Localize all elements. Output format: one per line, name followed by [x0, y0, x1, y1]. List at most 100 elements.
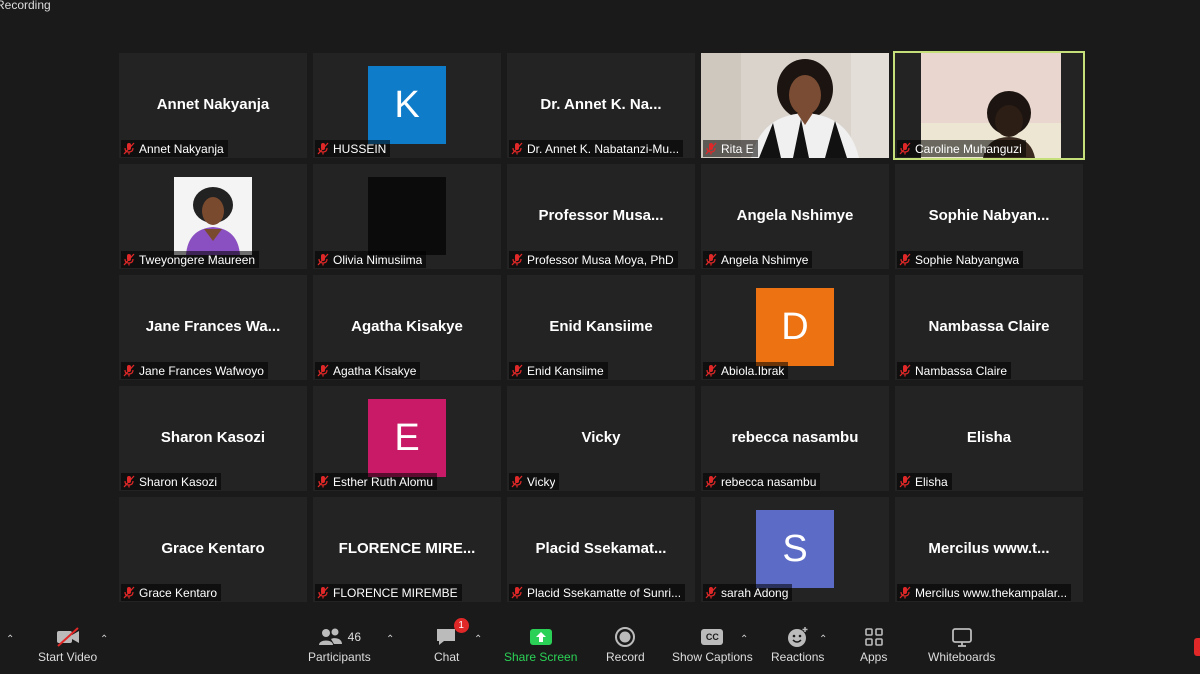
captions-options-caret[interactable]: ⌃	[740, 634, 748, 645]
participant-tile[interactable]: Vicky Vicky	[507, 386, 695, 491]
participant-display-name: Annet Nakyanja	[156, 96, 270, 113]
participant-name: Sharon Kasozi	[139, 474, 218, 489]
mic-muted-icon	[123, 586, 135, 599]
participant-name: Dr. Annet K. Nabatanzi-Mu...	[527, 141, 680, 156]
participant-tile[interactable]: Sophie Nabyan... Sophie Nabyangwa	[895, 164, 1083, 269]
whiteboards-button[interactable]: Whiteboards	[928, 624, 995, 664]
mic-muted-icon	[317, 475, 329, 488]
participants-label: Participants	[308, 650, 371, 664]
participant-tile[interactable]: Ssarah Adong	[701, 497, 889, 602]
participant-name-label: Olivia Nimusiima	[315, 251, 427, 268]
record-icon	[614, 624, 636, 650]
participant-name: Olivia Nimusiima	[333, 252, 423, 267]
share-screen-button[interactable]: Share Screen	[504, 624, 577, 664]
participant-name: Esther Ruth Alomu	[333, 474, 434, 489]
participant-tile[interactable]: K HUSSEIN	[313, 53, 501, 158]
participant-tile[interactable]: Olivia Nimusiima	[313, 164, 501, 269]
participant-tile[interactable]: Mercilus www.t... Mercilus www.thekampala…	[895, 497, 1083, 602]
participant-tile[interactable]: Rita E	[701, 53, 889, 158]
start-video-button[interactable]: Start Video	[38, 624, 97, 664]
participant-name: Caroline Muhanguzi	[915, 141, 1022, 156]
participant-grid: Annet Nakyanja Annet Nakyanja K HUSSEIN Dr. …	[119, 51, 1085, 602]
participant-tile[interactable]: Annet Nakyanja Annet Nakyanja	[119, 53, 307, 158]
participant-tile[interactable]: E Esther Ruth Alomu	[313, 386, 501, 491]
participant-tile[interactable]: Caroline Muhanguzi	[893, 51, 1085, 160]
participant-tile[interactable]: D Abiola.Ibrak	[701, 275, 889, 380]
participant-tile[interactable]: Tweyongere Maureen	[119, 164, 307, 269]
reactions-button[interactable]: Reactions	[771, 624, 824, 664]
mic-muted-icon	[317, 142, 329, 155]
participant-name: Jane Frances Wafwoyo	[139, 363, 264, 378]
participant-display-name: Agatha Kisakye	[351, 318, 463, 335]
participant-tile[interactable]: Jane Frances Wa... Jane Frances Wafwoyo	[119, 275, 307, 380]
participant-tile[interactable]: Agatha Kisakye Agatha Kisakye	[313, 275, 501, 380]
participants-count: 46	[347, 630, 362, 644]
start-video-label: Start Video	[38, 650, 98, 664]
whiteboard-icon	[951, 624, 973, 650]
participants-button[interactable]: 46 Participants	[308, 624, 371, 664]
record-button[interactable]: Record	[606, 624, 645, 664]
mic-muted-icon	[123, 364, 135, 377]
mic-muted-icon	[705, 475, 717, 488]
reactions-icon	[786, 624, 810, 650]
participant-display-name: Sharon Kasozi	[160, 429, 266, 446]
participants-options-caret[interactable]: ⌃	[386, 634, 394, 645]
mic-muted-icon	[705, 364, 717, 377]
participant-tile[interactable]: Grace Kentaro Grace Kentaro	[119, 497, 307, 602]
participant-tile[interactable]: Sharon Kasozi Sharon Kasozi	[119, 386, 307, 491]
audio-options-caret[interactable]: ⌃	[6, 634, 14, 645]
mic-muted-icon	[511, 142, 523, 155]
participant-name-label: FLORENCE MIREMBE	[315, 584, 462, 601]
participant-name: Enid Kansiime	[527, 363, 604, 378]
participant-name: rebecca nasambu	[721, 474, 817, 489]
mic-muted-icon	[123, 253, 135, 266]
recording-indicator: Recording	[0, 0, 51, 12]
participant-tile[interactable]: Professor Musa... Professor Musa Moya, Ph…	[507, 164, 695, 269]
participant-tile[interactable]: Enid Kansiime Enid Kansiime	[507, 275, 695, 380]
participant-name-label: Jane Frances Wafwoyo	[121, 362, 268, 379]
participant-name-label: Vicky	[509, 473, 560, 490]
mic-muted-icon	[123, 475, 135, 488]
chat-options-caret[interactable]: ⌃	[474, 634, 482, 645]
participant-name: Angela Nshimye	[721, 252, 809, 267]
participant-tile[interactable]: FLORENCE MIRE... FLORENCE MIREMBE	[313, 497, 501, 602]
participants-icon: 46	[318, 624, 361, 650]
mic-muted-icon	[123, 142, 135, 155]
avatar: K	[368, 66, 446, 144]
whiteboards-label: Whiteboards	[928, 650, 996, 664]
chat-label: Chat	[434, 650, 460, 664]
participant-name: HUSSEIN	[333, 141, 387, 156]
participant-tile[interactable]: Nambassa Claire Nambassa Claire	[895, 275, 1083, 380]
participant-name-label: Angela Nshimye	[703, 251, 813, 268]
end-meeting-button-partial[interactable]	[1194, 638, 1200, 656]
mic-muted-icon	[317, 253, 329, 266]
participant-display-name: rebecca nasambu	[731, 429, 859, 446]
participant-tile[interactable]: Angela Nshimye Angela Nshimye	[701, 164, 889, 269]
participant-name-label: Mercilus www.thekampalar...	[897, 584, 1072, 601]
participant-tile[interactable]: Placid Ssekamat... Placid Ssekamatte of S…	[507, 497, 695, 602]
captions-icon: CC	[701, 624, 724, 650]
chat-button[interactable]: 1 Chat	[434, 618, 469, 664]
mic-muted-icon	[899, 142, 911, 155]
reactions-label: Reactions	[771, 650, 825, 664]
show-captions-label: Show Captions	[672, 650, 753, 664]
apps-button[interactable]: Apps	[860, 624, 887, 664]
chat-unread-badge: 1	[453, 618, 469, 633]
mic-muted-icon	[899, 364, 911, 377]
participant-display-name: Dr. Annet K. Na...	[540, 96, 662, 113]
reactions-options-caret[interactable]: ⌃	[819, 634, 827, 645]
mic-muted-icon	[511, 586, 523, 599]
participant-tile[interactable]: Dr. Annet K. Na... Dr. Annet K. Nabatanzi…	[507, 53, 695, 158]
participant-name-label: Dr. Annet K. Nabatanzi-Mu...	[509, 140, 684, 157]
participant-name-label: Rita E	[703, 140, 758, 157]
participant-name-label: Agatha Kisakye	[315, 362, 421, 379]
participant-name: Nambassa Claire	[915, 363, 1008, 378]
participant-display-name: Professor Musa...	[538, 207, 664, 224]
participant-tile[interactable]: rebecca nasambu rebecca nasambu	[701, 386, 889, 491]
video-options-caret[interactable]: ⌃	[100, 634, 108, 645]
share-screen-label: Share Screen	[504, 650, 578, 664]
participant-tile[interactable]: Elisha Elisha	[895, 386, 1083, 491]
participant-display-name: Grace Kentaro	[161, 540, 265, 557]
mic-muted-icon	[705, 142, 717, 155]
participant-name: Placid Ssekamatte of Sunri...	[527, 585, 682, 600]
